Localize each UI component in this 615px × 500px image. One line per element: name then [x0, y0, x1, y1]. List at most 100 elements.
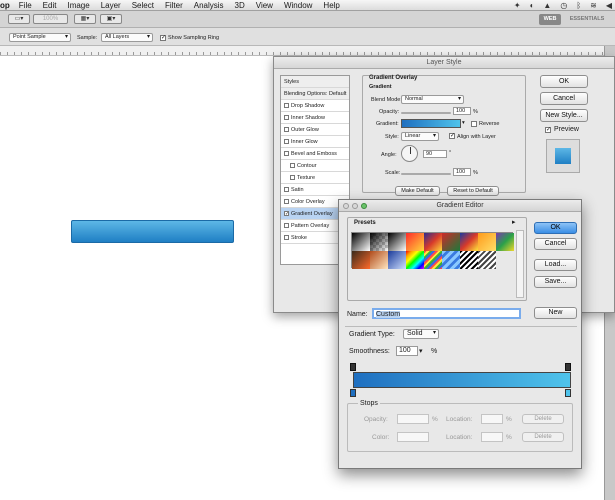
preset-swatch[interactable] — [406, 233, 424, 251]
app-menu[interactable]: op — [0, 1, 10, 10]
make-default-button[interactable]: Make Default — [395, 186, 440, 196]
gradient-ok-button[interactable]: OK — [534, 222, 577, 234]
clock-icon[interactable]: ◷ — [560, 1, 567, 10]
smoothness-field[interactable]: 100 — [396, 346, 418, 356]
preset-swatch[interactable] — [388, 233, 406, 251]
status-icon[interactable]: ◐ — [530, 1, 535, 10]
preset-swatch[interactable] — [352, 233, 370, 251]
menu-3d[interactable]: 3D — [235, 1, 245, 10]
layer-style-cancel-button[interactable]: Cancel — [540, 92, 588, 105]
style-checkbox[interactable] — [290, 175, 295, 181]
zoom-field[interactable]: 100% — [33, 14, 68, 24]
delete-opacity-stop-button[interactable]: Delete — [522, 414, 564, 424]
menu-select[interactable]: Select — [132, 1, 154, 10]
style-list-item[interactable]: Styles — [281, 76, 349, 88]
menu-edit[interactable]: Edit — [43, 1, 57, 10]
preset-swatch[interactable] — [460, 233, 478, 251]
style-list-item[interactable]: Satin — [281, 184, 349, 196]
style-checkbox[interactable] — [284, 139, 289, 145]
opacity-stop-right[interactable] — [565, 363, 571, 371]
style-select[interactable]: Linear — [401, 132, 439, 141]
minimize-icon[interactable] — [352, 203, 358, 209]
preset-swatch[interactable] — [352, 251, 370, 269]
gradient-preview-bar[interactable] — [353, 372, 571, 388]
presets-menu-icon[interactable]: ▸ — [512, 218, 516, 226]
opacity-field[interactable]: 100 — [453, 107, 471, 115]
opacity-slider[interactable] — [401, 112, 451, 114]
menu-help[interactable]: Help — [323, 1, 339, 10]
preset-swatch[interactable] — [478, 233, 496, 251]
sample-layers-select[interactable]: All Layers — [101, 33, 153, 42]
style-checkbox[interactable] — [284, 151, 289, 157]
gradient-cancel-button[interactable]: Cancel — [534, 238, 577, 250]
style-checkbox[interactable] — [290, 163, 295, 169]
preset-swatch[interactable] — [370, 233, 388, 251]
delete-color-stop-button[interactable]: Delete — [522, 432, 564, 442]
align-layer-checkbox[interactable]: ✓ — [449, 133, 455, 139]
preset-swatch[interactable] — [496, 233, 514, 251]
blend-mode-select[interactable]: Normal — [401, 95, 464, 104]
style-list-item[interactable]: Blending Options: Default — [281, 88, 349, 100]
style-checkbox[interactable] — [284, 235, 289, 241]
preset-swatch[interactable] — [442, 233, 460, 251]
zoom-icon[interactable] — [361, 203, 367, 209]
color-stop-left[interactable] — [350, 389, 356, 397]
style-checkbox[interactable] — [284, 127, 289, 133]
save-button[interactable]: Save... — [534, 276, 577, 288]
preset-swatch[interactable] — [424, 233, 442, 251]
menu-layer[interactable]: Layer — [101, 1, 121, 10]
menu-filter[interactable]: Filter — [165, 1, 183, 10]
workspace-essentials-button[interactable]: ESSENTIALS — [566, 14, 608, 25]
preset-swatch[interactable] — [406, 251, 424, 269]
style-list-item[interactable]: Inner Glow — [281, 136, 349, 148]
workspace-web-button[interactable]: WEB — [539, 14, 561, 25]
sample-size-select[interactable]: Point Sample — [9, 33, 71, 42]
menu-window[interactable]: Window — [284, 1, 312, 10]
style-list-item[interactable]: Outer Glow — [281, 124, 349, 136]
menu-image[interactable]: Image — [67, 1, 89, 10]
style-checkbox[interactable] — [284, 115, 289, 121]
angle-field[interactable]: 90 — [423, 150, 447, 158]
style-list-item[interactable]: Texture — [281, 172, 349, 184]
gradient-dropdown-icon[interactable]: ▾ — [462, 120, 465, 126]
style-checkbox[interactable] — [284, 223, 289, 229]
layer-style-ok-button[interactable]: OK — [540, 75, 588, 88]
menu-view[interactable]: View — [256, 1, 273, 10]
preset-swatch[interactable] — [442, 251, 460, 269]
style-list-item[interactable]: Inner Shadow — [281, 112, 349, 124]
preset-swatch[interactable] — [478, 251, 496, 269]
preview-checkbox[interactable]: ✓ — [545, 127, 551, 133]
style-list-item[interactable]: Bevel and Emboss — [281, 148, 349, 160]
color-stop-right[interactable] — [565, 389, 571, 397]
reset-default-button[interactable]: Reset to Default — [447, 186, 499, 196]
presets-scrollbar[interactable] — [516, 230, 524, 298]
preset-swatch[interactable] — [460, 251, 478, 269]
style-checkbox[interactable] — [284, 199, 289, 205]
preset-swatch[interactable] — [370, 251, 388, 269]
style-list-item[interactable]: Contour — [281, 160, 349, 172]
preset-swatch[interactable] — [388, 251, 406, 269]
screen-mode-icon[interactable]: ▭▾ — [8, 14, 30, 24]
load-button[interactable]: Load... — [534, 259, 577, 271]
arrange-docs-icon[interactable]: ▦▾ — [74, 14, 96, 24]
warning-icon[interactable]: ▲ — [543, 1, 551, 10]
volume-icon[interactable]: ◀ — [606, 1, 612, 10]
angle-dial[interactable] — [401, 145, 418, 162]
reverse-checkbox[interactable] — [471, 121, 477, 127]
close-icon[interactable] — [343, 203, 349, 209]
new-gradient-button[interactable]: New — [534, 307, 577, 319]
smoothness-dropdown-icon[interactable]: ▾ — [419, 347, 423, 355]
opacity-stop-left[interactable] — [350, 363, 356, 371]
gradient-type-select[interactable]: Solid — [403, 329, 439, 339]
style-checkbox[interactable]: ✓ — [284, 211, 289, 217]
gradient-swatch[interactable] — [401, 119, 461, 128]
new-style-button[interactable]: New Style... — [540, 109, 588, 122]
scale-slider[interactable] — [401, 173, 451, 175]
wifi-icon[interactable]: ≋ — [590, 1, 597, 10]
gradient-name-input[interactable]: Custom — [372, 308, 521, 319]
screen-layout-icon[interactable]: ▣▾ — [100, 14, 122, 24]
bluetooth-icon[interactable]: ᛒ — [576, 1, 581, 10]
menu-analysis[interactable]: Analysis — [194, 1, 224, 10]
scale-field[interactable]: 100 — [453, 168, 471, 176]
preset-swatch[interactable] — [424, 251, 442, 269]
